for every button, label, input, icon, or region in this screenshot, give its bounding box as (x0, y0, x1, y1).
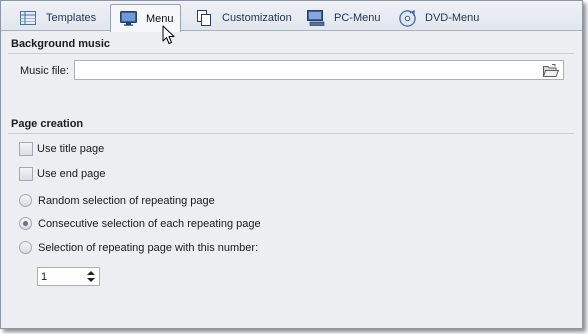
use-title-page-option[interactable]: Use title page (19, 142, 104, 156)
decrement-arrow-icon[interactable] (87, 278, 95, 282)
use-end-page-checkbox[interactable] (19, 167, 33, 181)
tab-menu-label: Menu (146, 12, 174, 25)
use-title-page-checkbox[interactable] (19, 142, 33, 156)
page-number-stepper[interactable]: 1 (37, 267, 100, 286)
random-selection-option[interactable]: Random selection of repeating page (19, 194, 215, 207)
use-end-page-label: Use end page (37, 168, 106, 180)
consecutive-selection-label: Consecutive selection of each repeating … (38, 217, 261, 230)
music-file-label: Music file: (20, 65, 69, 77)
music-file-input[interactable] (74, 60, 564, 80)
menu-settings-panel: Background music Music file: Page creati… (1, 32, 582, 329)
monitor-icon (119, 11, 137, 27)
random-selection-radio[interactable] (19, 194, 32, 207)
use-title-page-label: Use title page (37, 143, 105, 155)
number-selection-option[interactable]: Selection of repeating page with this nu… (19, 241, 258, 254)
tab-pc-menu[interactable]: PC-Menu (299, 5, 380, 31)
random-selection-label: Random selection of repeating page (38, 194, 215, 207)
dvd-icon (398, 9, 416, 27)
pc-icon (307, 10, 325, 26)
stepper-arrows[interactable] (86, 269, 97, 284)
mouse-pointer-icon (162, 25, 175, 44)
templates-icon (19, 10, 37, 26)
tab-customization[interactable]: Customization (187, 5, 292, 31)
section-divider (8, 133, 574, 134)
use-end-page-option[interactable]: Use end page (19, 167, 106, 181)
pages-icon (195, 10, 213, 26)
tab-customization-label: Customization (222, 12, 292, 24)
tab-strip: Templates Menu Customization PC-Menu DVD… (1, 1, 582, 32)
background-music-heading: Background music (11, 38, 111, 50)
consecutive-selection-option[interactable]: Consecutive selection of each repeating … (19, 217, 261, 230)
page-number-value: 1 (41, 271, 48, 283)
increment-arrow-icon[interactable] (87, 271, 95, 275)
page-creation-heading: Page creation (11, 118, 84, 130)
consecutive-selection-radio[interactable] (19, 217, 32, 230)
number-selection-label: Selection of repeating page with this nu… (38, 241, 259, 254)
tab-templates-label: Templates (46, 12, 97, 24)
open-folder-icon[interactable] (542, 64, 560, 77)
section-divider (8, 53, 574, 54)
tab-pc-menu-label: PC-Menu (334, 12, 381, 24)
tab-dvd-menu-label: DVD-Menu (425, 12, 480, 24)
menu-settings-window: Templates Menu Customization PC-Menu DVD… (0, 0, 583, 329)
tab-dvd-menu[interactable]: DVD-Menu (390, 5, 479, 31)
number-selection-radio[interactable] (19, 241, 32, 254)
tab-templates[interactable]: Templates (11, 5, 96, 31)
